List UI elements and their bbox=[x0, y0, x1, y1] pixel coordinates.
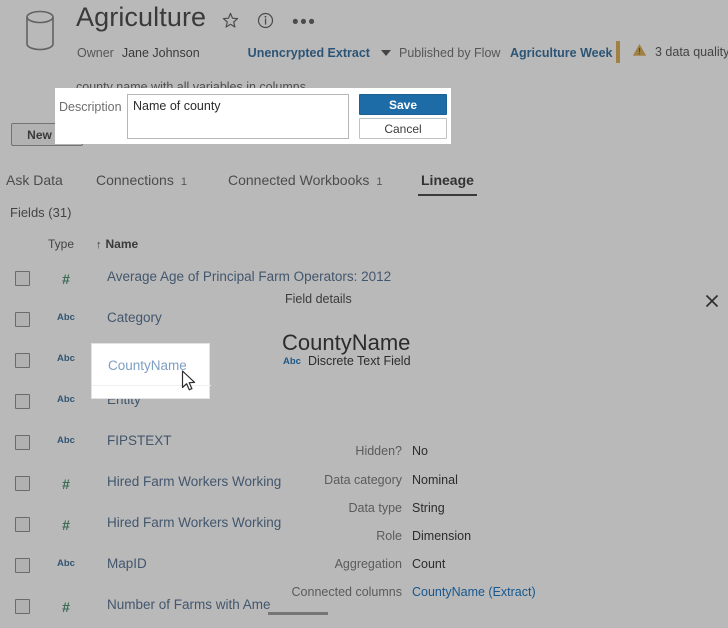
cancel-button[interactable]: Cancel bbox=[359, 118, 447, 139]
owner-row: Owner Jane Johnson Unencrypted Extract bbox=[77, 46, 391, 60]
row-checkbox[interactable] bbox=[15, 435, 30, 450]
field-type-icon: Abc bbox=[57, 394, 75, 405]
column-header-name[interactable]: ↑ Name bbox=[96, 237, 138, 251]
database-cylinder-icon bbox=[20, 8, 60, 54]
field-name-link[interactable]: MapID bbox=[107, 556, 147, 571]
tab-ask-data[interactable]: Ask Data bbox=[6, 172, 63, 194]
owner-label: Owner bbox=[77, 46, 114, 60]
tab-count: 1 bbox=[180, 176, 187, 188]
tab-label: Lineage bbox=[421, 172, 474, 188]
sort-ascending-icon: ↑ bbox=[96, 239, 102, 251]
field-name-link[interactable]: Number of Farms with Ame bbox=[107, 597, 271, 612]
tab-label: Ask Data bbox=[6, 172, 63, 188]
save-button[interactable]: Save bbox=[359, 94, 447, 115]
metadata-row-aggregation: Aggregation Count bbox=[274, 557, 728, 585]
metadata-value: String bbox=[412, 501, 445, 515]
header-actions: ••• bbox=[222, 12, 316, 34]
tab-count: 1 bbox=[376, 176, 383, 188]
column-header-type[interactable]: Type bbox=[48, 237, 74, 251]
metadata-label: Role bbox=[376, 529, 402, 543]
published-by-flow-link[interactable]: Agriculture Week bbox=[510, 46, 613, 60]
row-checkbox[interactable] bbox=[15, 353, 30, 368]
metadata-label: Hidden? bbox=[355, 444, 402, 458]
fields-count-label: Fields (31) bbox=[10, 205, 72, 220]
field-name-link[interactable]: Hired Farm Workers Working bbox=[107, 515, 281, 530]
ellipsis-icon[interactable]: ••• bbox=[292, 13, 316, 32]
tab-lineage[interactable]: Lineage bbox=[418, 172, 477, 196]
metadata-value: Nominal bbox=[412, 473, 458, 487]
row-checkbox[interactable] bbox=[15, 476, 30, 491]
metadata-value: No bbox=[412, 444, 428, 458]
row-checkbox[interactable] bbox=[15, 558, 30, 573]
published-by-label: Published by Flow bbox=[399, 46, 501, 60]
chevron-down-icon[interactable] bbox=[380, 50, 391, 56]
description-label: Description bbox=[59, 100, 122, 114]
field-type-icon: Abc bbox=[57, 558, 75, 569]
field-details-field-name: CountyName bbox=[282, 330, 411, 355]
field-type-icon: Abc bbox=[57, 353, 75, 364]
row-checkbox[interactable] bbox=[15, 599, 30, 614]
tab-label: Connections bbox=[96, 172, 174, 188]
page-title: Agriculture bbox=[76, 2, 207, 32]
field-type-icon: # bbox=[62, 476, 70, 492]
field-name-link[interactable]: FIPSTEXT bbox=[107, 433, 172, 448]
metadata-label: Aggregation bbox=[334, 557, 402, 571]
row-checkbox[interactable] bbox=[15, 312, 30, 327]
table-header-row: Type ↑ Name bbox=[0, 232, 340, 258]
row-checkbox[interactable] bbox=[15, 271, 30, 286]
extract-type-link[interactable]: Unencrypted Extract bbox=[248, 46, 370, 60]
datasource-lineage-page: Agriculture ••• Owner Jane Johnson Unenc… bbox=[0, 0, 728, 628]
metadata-value: Dimension bbox=[412, 529, 472, 543]
description-input[interactable] bbox=[127, 94, 349, 139]
close-icon[interactable] bbox=[704, 293, 720, 309]
page-header: Agriculture ••• Owner Jane Johnson Unenc… bbox=[0, 0, 728, 100]
save-button-label: Save bbox=[388, 97, 418, 112]
hover-card-field-name[interactable]: CountyName bbox=[108, 358, 187, 373]
field-details-title: Field details bbox=[285, 292, 352, 306]
field-name-link[interactable]: Average Age of Principal Farm Operators:… bbox=[107, 269, 391, 284]
abc-type-icon: Abc bbox=[283, 355, 301, 367]
info-circle-icon[interactable] bbox=[257, 12, 274, 34]
data-quality-text: 3 data quality w bbox=[655, 45, 728, 59]
field-type-icon: # bbox=[62, 271, 70, 287]
metadata-row-connected-columns: Connected columns CountyName (Extract) bbox=[274, 585, 728, 613]
tab-label: Connected Workbooks bbox=[228, 172, 370, 188]
field-type-description: Discrete Text Field bbox=[307, 354, 411, 368]
tab-connections[interactable]: Connections 1 bbox=[96, 172, 187, 194]
field-type-icon: # bbox=[62, 517, 70, 533]
metadata-row-data-type: Data type String bbox=[274, 501, 728, 529]
metadata-row-hidden: Hidden? No bbox=[274, 444, 728, 472]
row-checkbox[interactable] bbox=[15, 394, 30, 409]
star-icon[interactable] bbox=[222, 12, 239, 34]
data-quality-warning[interactable]: 3 data quality w bbox=[616, 41, 728, 63]
metadata-row-role: Role Dimension bbox=[274, 529, 728, 557]
warning-triangle-icon bbox=[632, 43, 647, 62]
data-quality-accent-bar bbox=[616, 41, 620, 63]
owner-name: Jane Johnson bbox=[121, 46, 200, 60]
field-type-icon: Abc bbox=[57, 312, 75, 323]
metadata-row-data-category: Data category Nominal bbox=[274, 473, 728, 501]
field-name-link[interactable]: Category bbox=[107, 310, 162, 325]
field-type-icon: # bbox=[62, 599, 70, 615]
metadata-label: Data type bbox=[348, 501, 402, 515]
row-checkbox[interactable] bbox=[15, 517, 30, 532]
field-details-panel: Field details CountyName Abc Discrete Te… bbox=[274, 292, 728, 628]
new-button-label: New bbox=[27, 127, 52, 142]
metadata-value: Count bbox=[412, 557, 446, 571]
metadata-label: Data category bbox=[324, 473, 402, 487]
tab-connected-workbooks[interactable]: Connected Workbooks 1 bbox=[228, 172, 383, 194]
field-name-link[interactable]: Hired Farm Workers Working bbox=[107, 474, 281, 489]
metadata-label: Connected columns bbox=[291, 585, 402, 599]
field-type-icon: Abc bbox=[57, 435, 75, 446]
description-editor: Description Save Cancel bbox=[55, 88, 451, 144]
tab-bar: Ask Data Connections 1 Connected Workbook… bbox=[0, 172, 728, 198]
column-header-name-label: Name bbox=[105, 237, 139, 251]
connected-column-link[interactable]: CountyName (Extract) bbox=[412, 585, 536, 599]
mouse-pointer-icon bbox=[181, 370, 199, 399]
published-by-row: Published by Flow Agriculture Week bbox=[399, 46, 613, 60]
cancel-button-label: Cancel bbox=[384, 121, 422, 136]
field-details-type: Abc Discrete Text Field bbox=[283, 354, 411, 368]
